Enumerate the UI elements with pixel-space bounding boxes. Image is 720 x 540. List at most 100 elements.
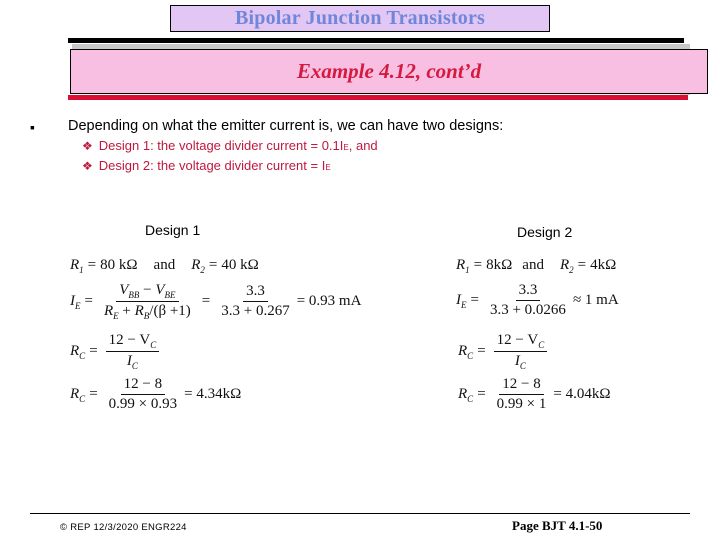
- header-divider-black: [68, 38, 684, 43]
- ie-value-fraction: 3.3 3.3 + 0.0266: [487, 282, 569, 319]
- square-bullet-icon: ▪: [30, 119, 35, 135]
- sub-bullet-design-1: ❖ Design 1: the voltage divider current …: [82, 138, 378, 153]
- r1-value: 8kΩ: [486, 257, 513, 273]
- equals: =: [201, 293, 211, 309]
- subscript: C: [150, 340, 157, 350]
- subscript: 2: [200, 264, 205, 275]
- equals: =: [84, 293, 93, 309]
- rc-result: = 4.04kΩ: [553, 386, 611, 402]
- equals: =: [89, 386, 98, 402]
- subscript: C: [467, 350, 474, 361]
- numerator: 12 − 8: [499, 376, 544, 395]
- denominator: 0.99 × 0.93: [108, 396, 178, 412]
- symbol-r: R: [458, 343, 468, 359]
- subtitle-box: Example 4.12, cont’d: [70, 49, 708, 94]
- equals: =: [477, 343, 486, 359]
- footer-copyright: © REP 12/3/2020 ENGR224: [60, 522, 187, 533]
- subscript: 1: [79, 264, 84, 275]
- design-1-rc-formula: RC = 12 − VC IC: [70, 332, 163, 371]
- subscript: 2: [569, 264, 574, 275]
- r2-value: 4kΩ: [590, 257, 617, 273]
- and-label: and: [153, 257, 176, 273]
- rc-value-fraction: 12 − 8 0.99 × 0.93: [106, 376, 180, 413]
- equals: =: [477, 386, 486, 402]
- subscript: E: [75, 300, 81, 311]
- plus: +: [122, 303, 131, 319]
- equals: =: [87, 257, 97, 273]
- equals: =: [208, 257, 218, 273]
- design-1-rc-value: RC = 12 − 8 0.99 × 0.93 = 4.34kΩ: [70, 376, 241, 413]
- denominator: 3.3 + 0.267: [221, 303, 290, 319]
- numerator: 12 − 8: [120, 376, 166, 395]
- slide-title: Bipolar Junction Transistors: [234, 7, 486, 29]
- symbol-r: R: [70, 257, 80, 273]
- sub-bullet-text: Design 1: the voltage divider current = …: [98, 138, 344, 153]
- minus: −: [143, 282, 152, 298]
- subscript: B: [143, 311, 150, 321]
- rc-result: = 4.34kΩ: [184, 386, 242, 402]
- and-label: and: [522, 257, 544, 273]
- rc-formula-fraction: 12 − VC IC: [493, 332, 548, 371]
- sub-bullet-suffix: , and: [348, 138, 378, 153]
- design-2-heading: Design 2: [517, 224, 573, 240]
- page-number: Page BJT 4.1-50: [512, 518, 603, 533]
- diamond-bullet-icon: ❖: [82, 139, 93, 153]
- subscript: C: [79, 350, 86, 361]
- denominator: 0.99 × 1: [496, 396, 547, 412]
- subscript: C: [519, 361, 526, 371]
- design-1-emitter-current-equation: IE = VBB − VBE RE + RB/(β +1) = 3.3 3.3 …: [70, 282, 361, 321]
- sub-bullet-text: Design 2: the voltage divider current = …: [98, 158, 326, 173]
- subscript: C: [538, 340, 545, 350]
- subscript: C: [467, 393, 474, 404]
- subscript: BE: [164, 290, 176, 300]
- symbol-v: V: [155, 282, 165, 298]
- ie-result: = 0.93 mA: [296, 293, 362, 309]
- numerator: 3.3: [515, 282, 541, 301]
- equals: =: [473, 257, 483, 273]
- footer-divider: [30, 513, 690, 514]
- symbol-r: R: [559, 257, 570, 273]
- design-2-resistor-values: R1 = 8kΩ and R2 = 4kΩ: [456, 257, 617, 275]
- symbol-r: R: [458, 386, 468, 402]
- numerator: 12 − V: [496, 332, 539, 348]
- ie-formula-fraction: VBB − VBE RE + RB/(β +1): [101, 282, 194, 321]
- subscript: C: [79, 393, 86, 404]
- symbol-r: R: [103, 303, 114, 319]
- subscript: E: [325, 163, 331, 172]
- r1-value: 80 kΩ: [100, 257, 138, 273]
- subtitle-accent-rule: [68, 95, 688, 100]
- rc-formula-fraction: 12 − VC IC: [105, 332, 160, 371]
- rc-value-fraction: 12 − 8 0.99 × 1: [494, 376, 550, 413]
- subscript: E: [113, 311, 119, 321]
- beta-term: /(β +1): [149, 303, 191, 319]
- symbol-r: R: [70, 386, 80, 402]
- numerator: 12 − V: [108, 332, 151, 348]
- subscript: 1: [465, 264, 470, 275]
- ie-result: ≈ 1 mA: [572, 292, 619, 308]
- denominator: 3.3 + 0.0266: [489, 302, 566, 318]
- numerator: 3.3: [243, 283, 268, 302]
- design-1-heading: Design 1: [145, 222, 201, 238]
- r2-value: 40 kΩ: [221, 257, 259, 273]
- main-bullet-text: Depending on what the emitter current is…: [68, 118, 504, 134]
- ie-value-fraction: 3.3 3.3 + 0.267: [218, 283, 292, 320]
- equals: =: [470, 292, 479, 308]
- design-2-rc-value: RC = 12 − 8 0.99 × 1 = 4.04kΩ: [458, 376, 610, 413]
- symbol-v: V: [119, 282, 129, 298]
- symbol-r: R: [70, 343, 80, 359]
- equals: =: [577, 257, 587, 273]
- symbol-r: R: [456, 257, 466, 273]
- diamond-bullet-icon: ❖: [82, 159, 93, 173]
- slide-subtitle: Example 4.12, cont’d: [296, 59, 482, 83]
- subscript: C: [131, 361, 138, 371]
- sub-bullet-design-2: ❖ Design 2: the voltage divider current …: [82, 158, 331, 173]
- design-1-resistor-values: R1 = 80 kΩ and R2 = 40 kΩ: [70, 257, 259, 275]
- design-2-rc-formula: RC = 12 − VC IC: [458, 332, 551, 371]
- subscript: BB: [128, 290, 140, 300]
- equals: =: [89, 343, 98, 359]
- symbol-r: R: [191, 257, 201, 273]
- slide-title-box: Bipolar Junction Transistors: [170, 5, 550, 32]
- design-2-emitter-current-equation: IE = 3.3 3.3 + 0.0266 ≈ 1 mA: [456, 282, 619, 319]
- subscript: E: [461, 299, 467, 310]
- symbol-r: R: [134, 303, 144, 319]
